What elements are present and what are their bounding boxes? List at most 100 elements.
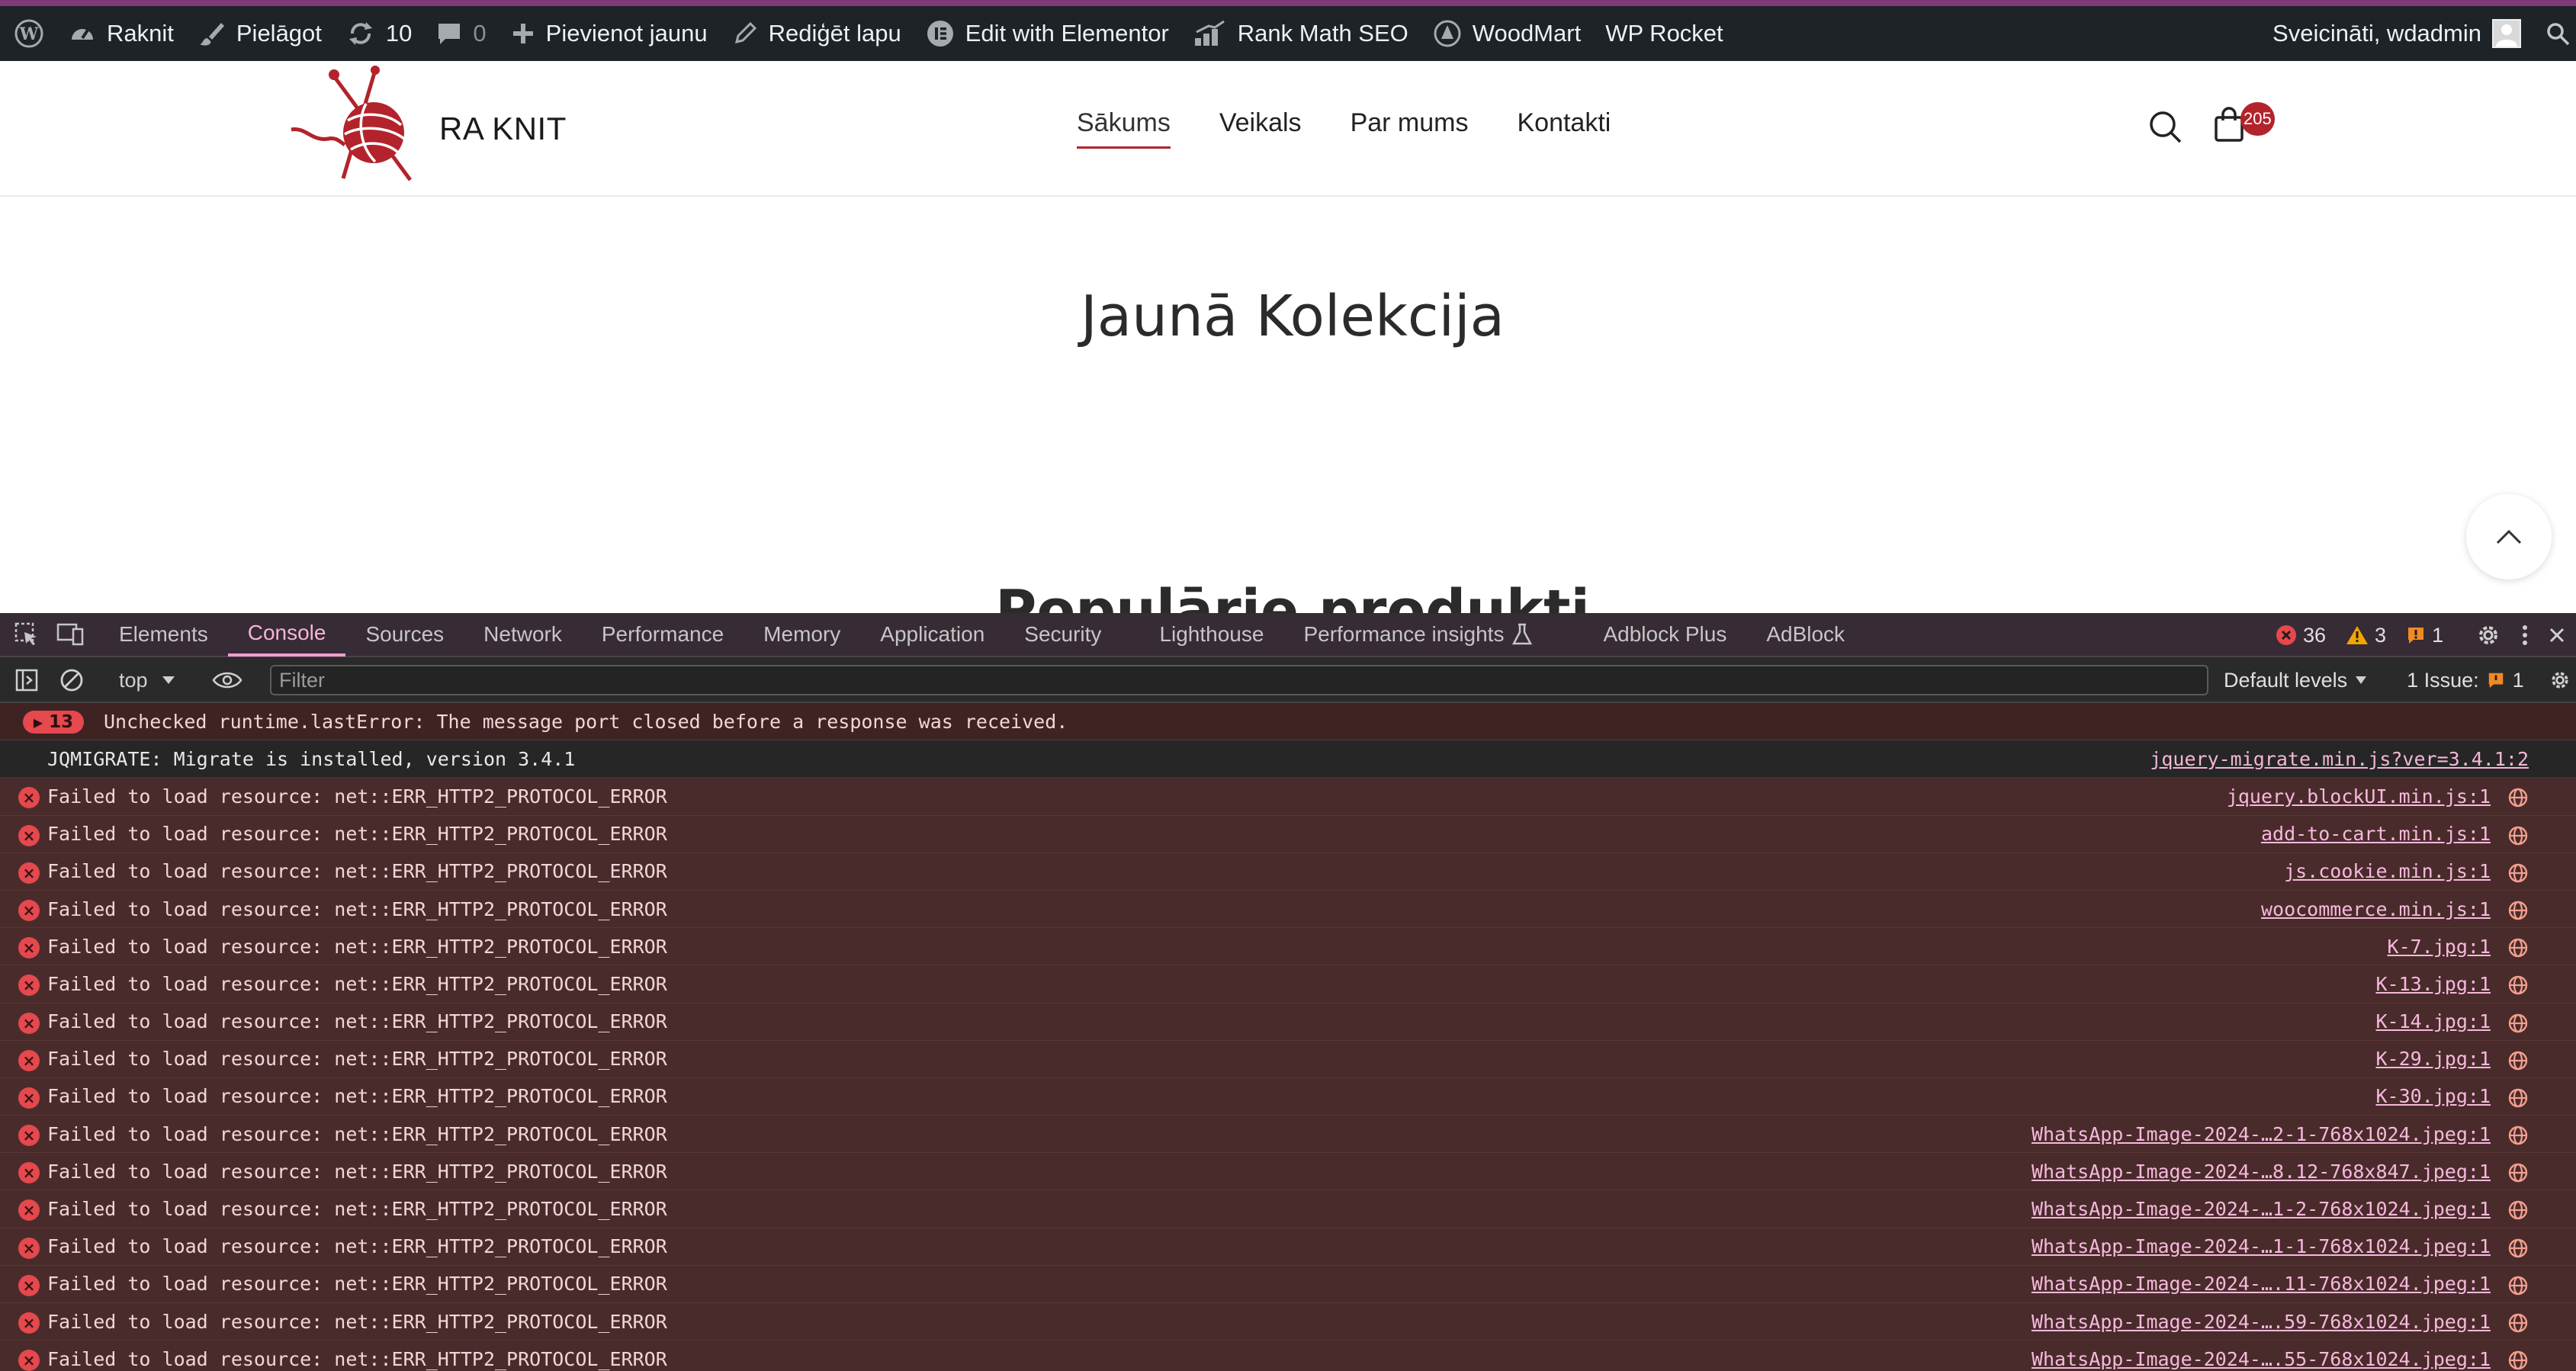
console-error-row[interactable]: × Failed to load resource: net::ERR_HTTP2… [0,1228,2576,1266]
context-selector[interactable]: top [119,657,175,703]
network-globe-icon[interactable] [2507,862,2529,884]
network-globe-icon[interactable] [2507,1050,2529,1071]
source-link[interactable]: WhatsApp-Image-2024-….55-768x1024.jpeg:1 [2032,1348,2491,1370]
network-globe-icon[interactable] [2507,1275,2529,1296]
network-globe-icon[interactable] [2507,1238,2529,1259]
rank-math-menu[interactable]: Rank Math SEO [1181,6,1421,61]
source-link[interactable]: WhatsApp-Image-2024-…2-1-768x1024.jpeg:1 [2032,1123,2491,1145]
console-error-row[interactable]: × Failed to load resource: net::ERR_HTTP2… [0,928,2576,966]
tab-performance[interactable]: Performance [582,613,744,657]
nav-about[interactable]: Par mums [1351,108,1469,146]
tab-adblock-plus[interactable]: Adblock Plus [1583,613,1746,657]
console-error-row[interactable]: × Failed to load resource: net::ERR_HTTP2… [0,1116,2576,1154]
more-vertical-icon[interactable] [2521,624,2529,647]
nav-shop[interactable]: Veikals [1219,108,1302,146]
console-error-row[interactable]: × Failed to load resource: net::ERR_HTTP2… [0,1340,2576,1371]
console-error-row[interactable]: × Failed to load resource: net::ERR_HTTP2… [0,1303,2576,1341]
rank-math-icon [1194,20,1225,46]
source-link[interactable]: add-to-cart.min.js:1 [2261,823,2491,845]
wordpress-logo-menu[interactable]: W [0,6,56,61]
source-link[interactable]: WhatsApp-Image-2024-…1-1-768x1024.jpeg:1 [2032,1235,2491,1257]
network-globe-icon[interactable] [2507,974,2529,996]
sidebar-toggle-icon[interactable] [15,669,38,692]
source-link[interactable]: jquery.blockUI.min.js:1 [2227,785,2491,808]
console-error-row[interactable]: × Failed to load resource: net::ERR_HTTP2… [0,1040,2576,1078]
console-error-row[interactable]: × Failed to load resource: net::ERR_HTTP2… [0,1190,2576,1228]
console-error-row[interactable]: ▶ 13 Unchecked runtime.lastError: The mess… [0,703,2576,741]
source-link[interactable]: K-13.jpg:1 [2375,973,2491,995]
console-settings-gear-icon[interactable] [2549,669,2571,692]
console-error-row[interactable]: × Failed to load resource: net::ERR_HTTP2… [0,852,2576,891]
source-link[interactable]: js.cookie.min.js:1 [2284,860,2491,882]
tab-sources[interactable]: Sources [345,613,464,657]
close-icon[interactable] [2549,627,2565,644]
inspect-element-button[interactable] [0,613,50,657]
source-link[interactable]: K-14.jpg:1 [2375,1010,2491,1032]
source-link[interactable]: K-7.jpg:1 [2388,936,2491,958]
search-icon[interactable] [2147,109,2183,144]
network-globe-icon[interactable] [2507,937,2529,958]
console-filter-input[interactable]: Filter [270,665,2208,695]
network-globe-icon[interactable] [2507,825,2529,846]
source-link[interactable]: woocommerce.min.js:1 [2261,898,2491,920]
nav-home[interactable]: Sākums [1077,108,1171,149]
admin-search-toggle[interactable] [2533,6,2576,61]
edit-page-link[interactable]: Rediģēt lapu [720,6,914,61]
device-toolbar-button[interactable] [50,613,99,657]
new-content-menu[interactable]: Pievienot jaunu [499,6,720,61]
tab-application[interactable]: Application [860,613,1004,657]
tab-network[interactable]: Network [464,613,582,657]
console-error-row[interactable]: × Failed to load resource: net::ERR_HTTP2… [0,890,2576,929]
network-globe-icon[interactable] [2507,1125,2529,1146]
updates-link[interactable]: 10 [334,6,424,61]
tab-lighthouse[interactable]: Lighthouse [1139,613,1283,657]
site-name-menu[interactable]: Raknit [56,6,186,61]
eye-icon[interactable] [212,670,243,690]
elementor-link[interactable]: Edit with Elementor [914,6,1181,61]
network-globe-icon[interactable] [2507,1013,2529,1034]
tab-console[interactable]: Console [227,613,346,657]
nav-contact[interactable]: Kontakti [1517,108,1611,146]
console-error-row[interactable]: × Failed to load resource: net::ERR_HTTP2… [0,815,2576,853]
source-link[interactable]: WhatsApp-Image-2024-…8.12-768x847.jpeg:1 [2032,1161,2491,1183]
console-error-row[interactable]: × Failed to load resource: net::ERR_HTTP2… [0,1153,2576,1191]
network-globe-icon[interactable] [2507,787,2529,808]
tab-elements[interactable]: Elements [99,613,228,657]
source-link[interactable]: K-30.jpg:1 [2375,1085,2491,1107]
source-link[interactable]: K-29.jpg:1 [2375,1048,2491,1070]
network-globe-icon[interactable] [2507,1312,2529,1334]
console-error-row[interactable]: × Failed to load resource: net::ERR_HTTP2… [0,1265,2576,1303]
cart-button[interactable]: 205 [2213,102,2275,146]
network-globe-icon[interactable] [2507,900,2529,921]
network-globe-icon[interactable] [2507,1087,2529,1109]
gear-icon[interactable] [2475,622,2501,648]
source-link[interactable]: WhatsApp-Image-2024-….11-768x1024.jpeg:1 [2032,1273,2491,1295]
source-link[interactable]: WhatsApp-Image-2024-…1-2-768x1024.jpeg:1 [2032,1198,2491,1220]
wp-rocket-menu[interactable]: WP Rocket [1593,6,1735,61]
scroll-to-top-button[interactable] [2466,494,2552,580]
tab-memory[interactable]: Memory [744,613,860,657]
network-globe-icon[interactable] [2507,1350,2529,1371]
comments-link[interactable]: 0 [424,6,498,61]
console-log-row[interactable]: JQMIGRATE: Migrate is installed, version… [0,740,2576,779]
repeat-count-badge[interactable]: ▶ 13 [23,711,84,734]
network-globe-icon[interactable] [2507,1199,2529,1221]
console-error-row[interactable]: × Failed to load resource: net::ERR_HTTP2… [0,965,2576,1003]
customize-link[interactable]: Pielāgot [186,6,334,61]
tab-security[interactable]: Security [1004,613,1121,657]
console-error-row[interactable]: × Failed to load resource: net::ERR_HTTP2… [0,1003,2576,1041]
tab-adblock[interactable]: AdBlock [1746,613,1865,657]
network-globe-icon[interactable] [2507,1162,2529,1183]
site-logo-link[interactable]: RA KNIT [290,66,567,192]
log-levels-dropdown[interactable]: Default levels [2224,669,2367,692]
my-account-menu[interactable]: Sveicināti, wdadmin [2260,6,2533,61]
console-error-row[interactable]: × Failed to load resource: net::ERR_HTTP2… [0,778,2576,816]
devtools-counters[interactable]: 36 3 1 [2276,613,2565,657]
console-error-row[interactable]: × Failed to load resource: net::ERR_HTTP2… [0,1077,2576,1116]
issues-button[interactable]: 1 Issue: 1 [2407,669,2524,692]
source-link[interactable]: WhatsApp-Image-2024-….59-768x1024.jpeg:1 [2032,1311,2491,1333]
woodmart-menu[interactable]: WoodMart [1421,6,1593,61]
tab-performance-insights[interactable]: Performance insights [1283,613,1553,657]
clear-console-icon[interactable] [59,668,84,692]
source-link[interactable]: jquery-migrate.min.js?ver=3.4.1:2 [2150,748,2529,770]
